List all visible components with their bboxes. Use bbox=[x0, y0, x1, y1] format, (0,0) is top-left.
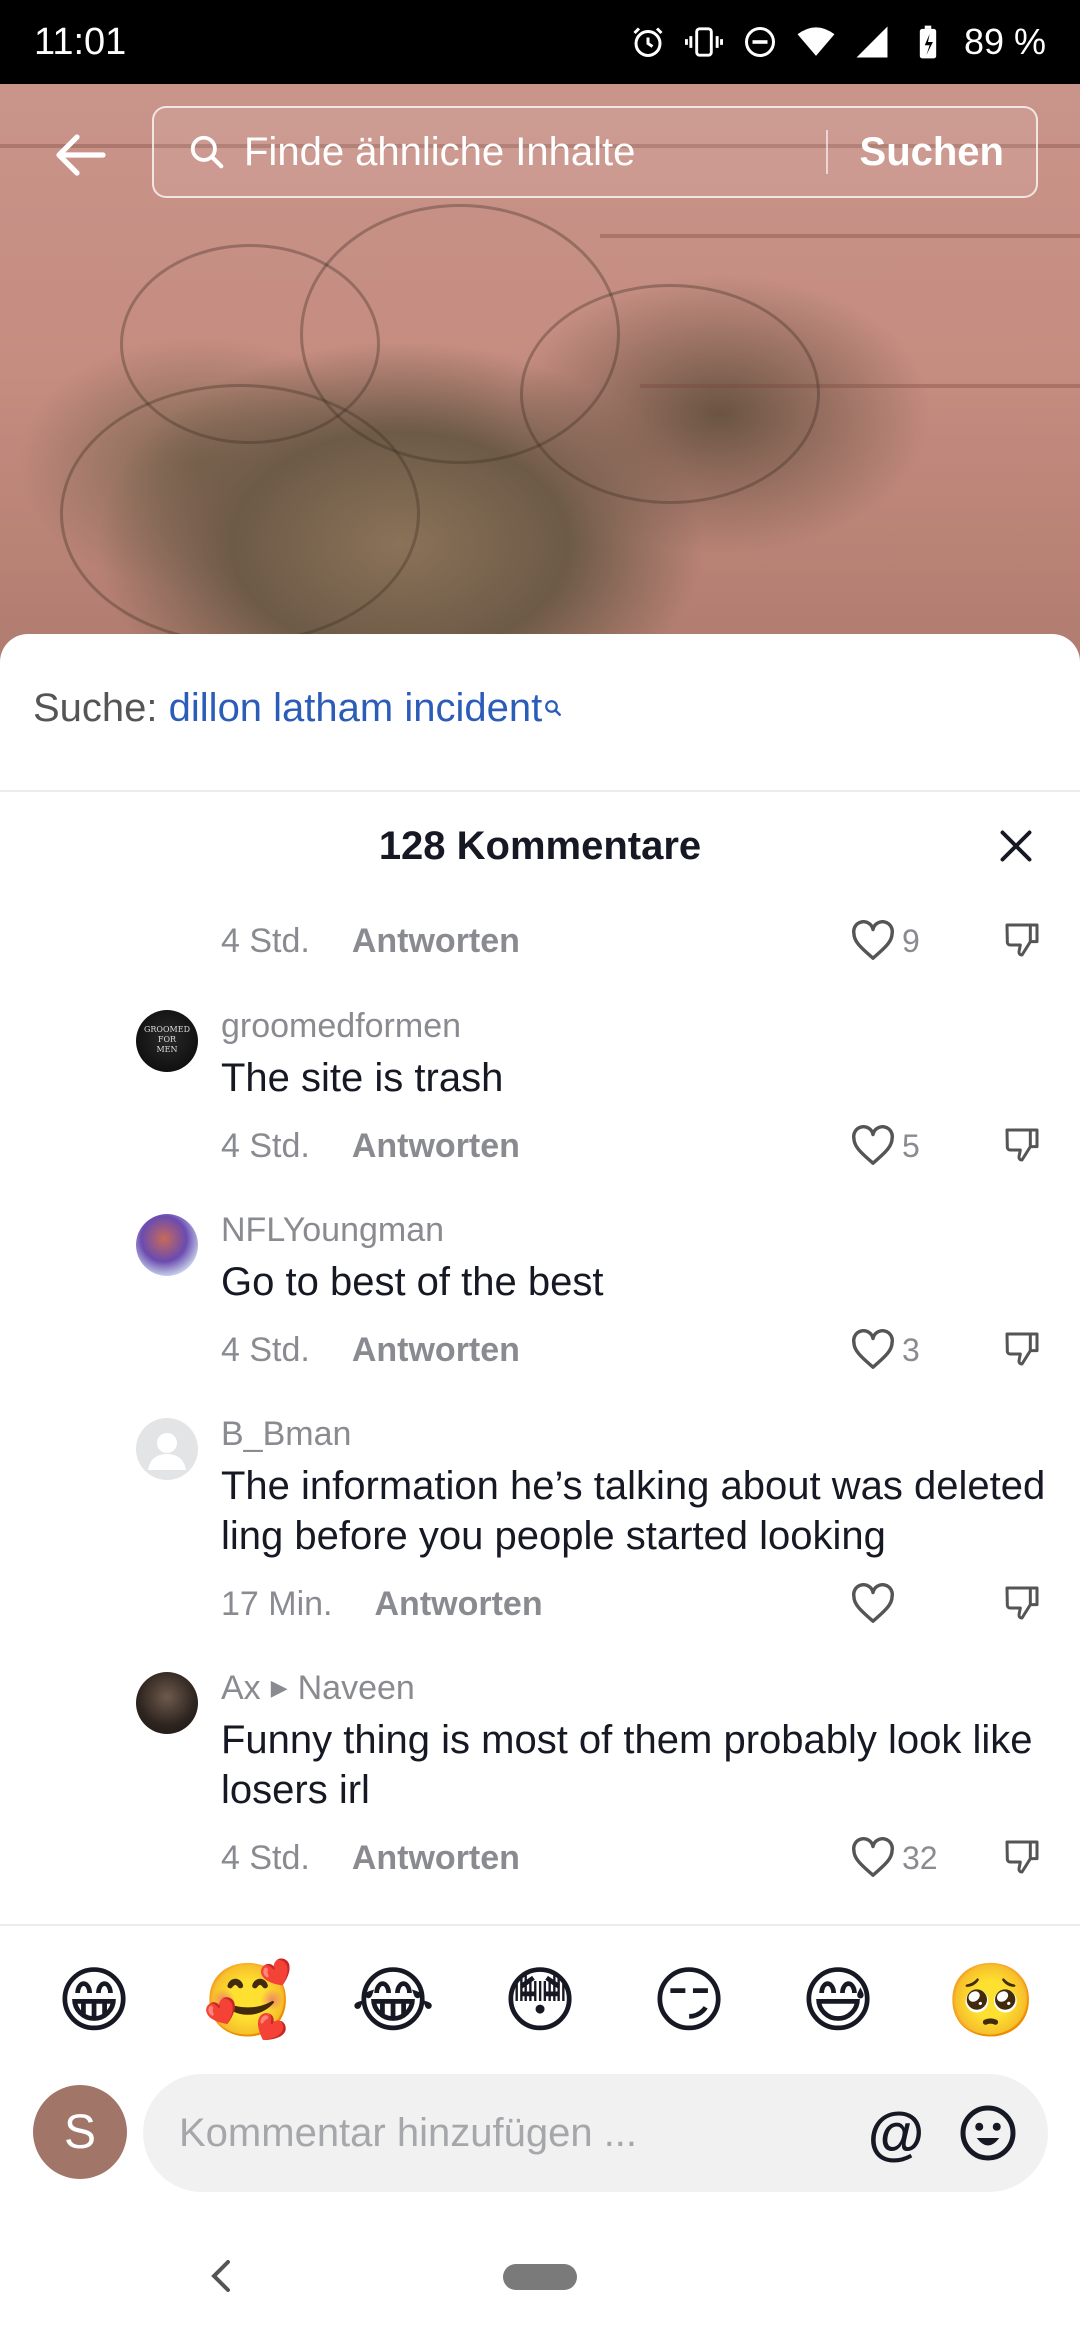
close-icon bbox=[1000, 830, 1032, 862]
current-user-avatar[interactable]: S bbox=[33, 2085, 127, 2179]
emoji-flushed[interactable]: 😳 bbox=[500, 1960, 580, 2040]
wifi-icon bbox=[796, 22, 836, 62]
comment-username[interactable]: B_Bman bbox=[221, 1415, 351, 1454]
search-bar[interactable]: Finde ähnliche Inhalte Suchen bbox=[152, 106, 1038, 198]
dislike-button[interactable] bbox=[1002, 1837, 1042, 1877]
reply-button[interactable]: Antworten bbox=[352, 922, 520, 961]
comment-time: 4 Std. bbox=[221, 1331, 310, 1369]
thumbs-down-icon bbox=[1005, 1128, 1039, 1162]
nav-home-pill[interactable] bbox=[503, 2264, 577, 2290]
emoji-quick-bar: 😁 🥰 😂 😳 😏 😅 🥺 bbox=[0, 1960, 1080, 2040]
comment-meta: 4 Std. Antworten bbox=[221, 1127, 520, 1166]
search-input[interactable]: Finde ähnliche Inhalte bbox=[244, 130, 826, 175]
emoji-sweat-smile[interactable]: 😅 bbox=[798, 1960, 878, 2040]
signal-icon bbox=[852, 22, 892, 62]
svg-text:MEN: MEN bbox=[156, 1045, 177, 1054]
emoji-pleading[interactable]: 🥺 bbox=[946, 1960, 1036, 2040]
status-bar: 11:01 89 % bbox=[0, 0, 1080, 84]
comment-text: Go to best of the best bbox=[221, 1260, 604, 1304]
comment-placeholder[interactable]: Kommentar hinzufügen ... bbox=[179, 2111, 866, 2156]
back-button[interactable] bbox=[46, 120, 116, 190]
like-count: 32 bbox=[902, 1839, 938, 1876]
suggestion-prefix: Suche: bbox=[33, 686, 158, 730]
like-count: 9 bbox=[902, 922, 920, 959]
divider bbox=[0, 790, 1080, 792]
svg-text:GROOMED: GROOMED bbox=[144, 1025, 190, 1034]
comment-meta: 4 Std. Antworten bbox=[221, 1331, 520, 1370]
like-button[interactable]: 3 bbox=[850, 1329, 920, 1371]
search-icon bbox=[544, 682, 562, 727]
heart-icon bbox=[852, 920, 894, 960]
thumbs-down-icon bbox=[1005, 1840, 1039, 1874]
like-button[interactable]: 5 bbox=[850, 1125, 920, 1167]
comment-username-row: Ax ▶ Naveen bbox=[221, 1669, 415, 1708]
reply-button[interactable]: Antworten bbox=[375, 1585, 543, 1624]
reply-button[interactable]: Antworten bbox=[352, 1839, 520, 1878]
reply-arrow-icon: ▶ bbox=[270, 1675, 288, 1700]
status-icons: 89 % bbox=[628, 21, 1046, 63]
like-button[interactable]: 9 bbox=[850, 920, 920, 962]
dislike-button[interactable] bbox=[1002, 920, 1042, 960]
comment-time: 4 Std. bbox=[221, 1127, 310, 1165]
arrow-left-icon bbox=[56, 134, 106, 176]
heart-icon bbox=[852, 1583, 894, 1623]
status-time: 11:01 bbox=[34, 20, 127, 63]
mention-icon[interactable]: @ bbox=[866, 2101, 926, 2166]
battery-percent: 89 % bbox=[963, 21, 1046, 62]
heart-icon bbox=[852, 1329, 894, 1369]
dislike-button[interactable] bbox=[1002, 1125, 1042, 1165]
comment-input[interactable]: Kommentar hinzufügen ... @ bbox=[143, 2074, 1048, 2192]
like-count: 3 bbox=[902, 1331, 920, 1368]
vibrate-icon bbox=[684, 22, 724, 62]
default-avatar-icon bbox=[148, 1433, 186, 1470]
avatar[interactable]: GROOMED FOR MEN bbox=[136, 1010, 198, 1072]
avatar[interactable] bbox=[136, 1214, 198, 1276]
comment-username[interactable]: groomedformen bbox=[221, 1007, 461, 1046]
emoji-grin[interactable]: 😁 bbox=[54, 1960, 134, 2040]
reply-button[interactable]: Antworten bbox=[352, 1127, 520, 1166]
comments-count-title: 128 Kommentare bbox=[378, 824, 702, 868]
search-button[interactable]: Suchen bbox=[828, 130, 1036, 175]
like-count: 5 bbox=[902, 1127, 920, 1164]
emoji-picker-icon[interactable] bbox=[958, 2103, 1018, 2163]
thumbs-down-icon bbox=[1005, 1332, 1039, 1366]
emoji-tears-of-joy[interactable]: 😂 bbox=[351, 1960, 435, 2040]
avatar[interactable] bbox=[136, 1418, 198, 1480]
search-icon bbox=[188, 132, 228, 172]
search-suggestion[interactable]: Suche: dillon latham incident bbox=[33, 686, 562, 731]
comment-text: The information he’s talking about was d… bbox=[221, 1464, 1046, 1558]
comment-meta: 4 Std. Antworten bbox=[221, 922, 520, 961]
comment-time: 17 Min. bbox=[221, 1585, 333, 1623]
suggestion-term[interactable]: dillon latham incident bbox=[169, 686, 543, 730]
like-button[interactable]: 32 bbox=[850, 1837, 938, 1879]
comment-text: Funny thing is most of them probably loo… bbox=[221, 1718, 1033, 1812]
reply-to-username[interactable]: Naveen bbox=[298, 1669, 415, 1707]
thumbs-down-icon bbox=[1005, 923, 1039, 957]
svg-text:FOR: FOR bbox=[158, 1035, 177, 1044]
comment-username[interactable]: NFLYoungman bbox=[221, 1211, 444, 1250]
heart-icon bbox=[852, 1125, 894, 1165]
like-button[interactable] bbox=[850, 1583, 902, 1625]
comment-username[interactable]: Ax bbox=[221, 1669, 261, 1707]
thumbs-down-icon bbox=[1005, 1586, 1039, 1620]
comment-time: 4 Std. bbox=[221, 922, 310, 960]
emoji-hearts[interactable]: 🥰 bbox=[203, 1960, 293, 2040]
nav-back-icon[interactable] bbox=[206, 2256, 236, 2296]
battery-icon bbox=[908, 22, 948, 62]
avatar[interactable] bbox=[136, 1672, 198, 1734]
comment-text: The site is trash bbox=[221, 1056, 504, 1100]
heart-icon bbox=[852, 1837, 894, 1877]
reply-button[interactable]: Antworten bbox=[352, 1331, 520, 1370]
do-not-disturb-icon bbox=[740, 22, 780, 62]
divider bbox=[0, 1924, 1080, 1926]
alarm-icon bbox=[628, 22, 668, 62]
dislike-button[interactable] bbox=[1002, 1583, 1042, 1623]
dislike-button[interactable] bbox=[1002, 1329, 1042, 1369]
comment-meta: 17 Min. Antworten bbox=[221, 1585, 543, 1624]
emoji-smirk[interactable]: 😏 bbox=[649, 1960, 729, 2040]
close-button[interactable] bbox=[988, 818, 1044, 874]
comment-time: 4 Std. bbox=[221, 1839, 310, 1877]
comment-meta: 4 Std. Antworten bbox=[221, 1839, 520, 1878]
